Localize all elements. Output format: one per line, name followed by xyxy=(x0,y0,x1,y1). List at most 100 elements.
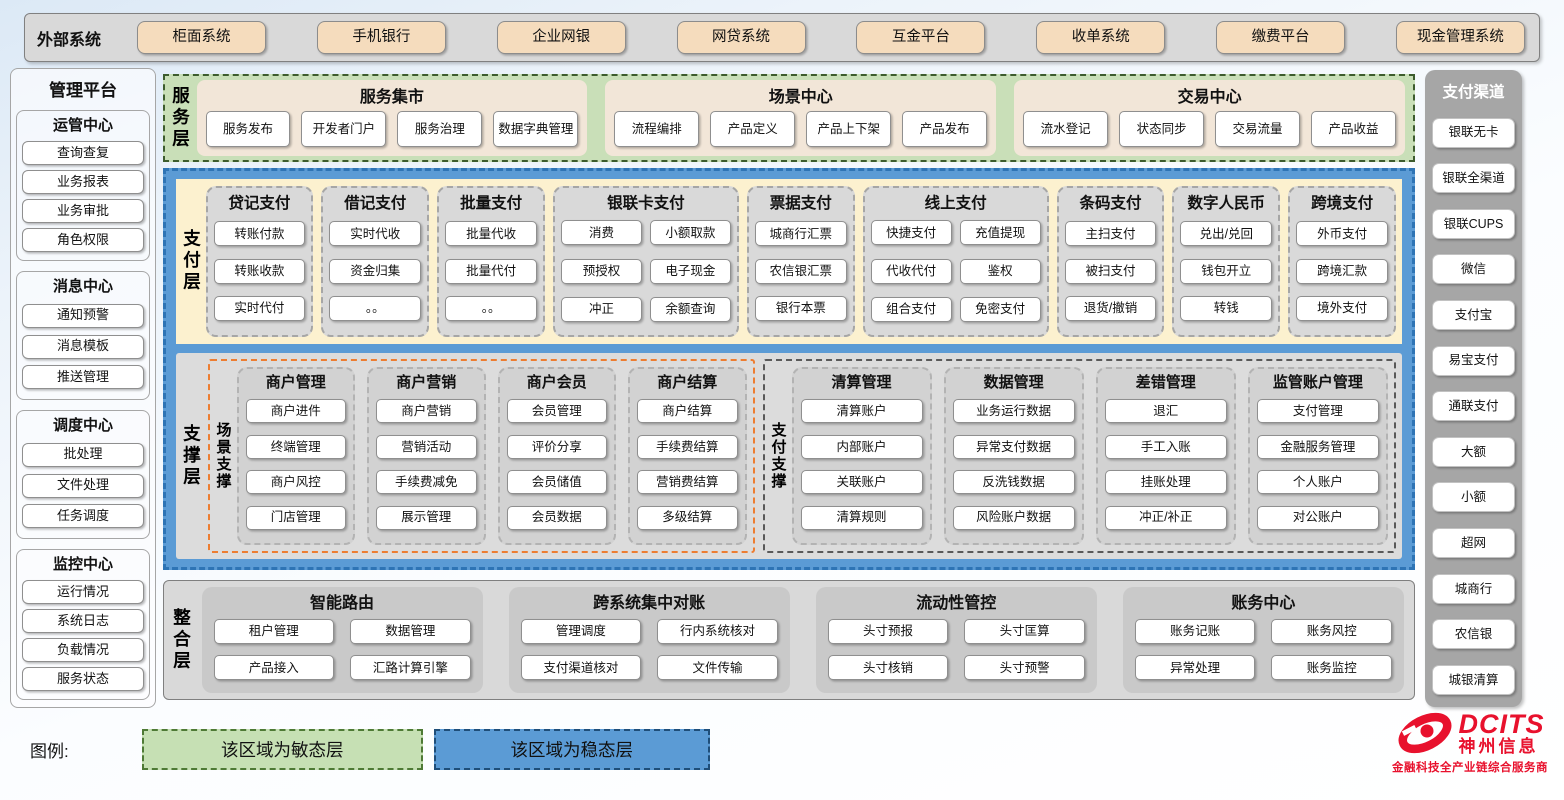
item-box: 反洗钱数据 xyxy=(953,470,1075,494)
service-layer-label: 服务层 xyxy=(171,86,189,151)
group-items: 头寸预报头寸匡算头寸核销头寸预警 xyxy=(828,615,1085,684)
support-group: 数据管理业务运行数据异常支付数据反洗钱数据风险账户数据 xyxy=(944,367,1084,545)
group-items: 商户营销营销活动手续费减免展示管理 xyxy=(376,394,477,535)
group-items: 清算账户内部账户关联账户清算规则 xyxy=(801,394,923,535)
item-box: 实时代收 xyxy=(329,221,421,246)
item-box: 账务记账 xyxy=(1135,619,1256,644)
item-box: 消费 xyxy=(561,220,642,245)
management-section-card: 消息中心通知预警消息模板推送管理 xyxy=(16,271,150,400)
external-system-box: 柜面系统 xyxy=(137,21,266,54)
item-box: 开发者门户 xyxy=(301,111,386,147)
item-box: 对公账户 xyxy=(1257,506,1379,530)
item-box: 预授权 xyxy=(561,259,642,284)
item-box: 清算账户 xyxy=(801,399,923,423)
external-system-box: 缴费平台 xyxy=(1216,21,1345,54)
column-items: 兑出/兑回钱包开立转钱 xyxy=(1180,215,1272,327)
payment-channels-title: 支付渠道 xyxy=(1432,80,1515,102)
legend-agile-box: 该区域为敏态层 xyxy=(142,729,423,770)
channel-box: 银联无卡 xyxy=(1432,118,1515,148)
group-items: 流程编排产品定义产品上下架产品发布 xyxy=(614,111,987,147)
item-box: 产品发布 xyxy=(902,111,987,147)
item-box: 汇路计算引擎 xyxy=(350,655,471,680)
group-title: 商户管理 xyxy=(246,371,347,392)
item-box: 头寸预报 xyxy=(828,619,949,644)
item-box: 租户管理 xyxy=(214,619,335,644)
dcits-logo: DCITS 神州信息 金融科技全产业链综合服务商 xyxy=(1392,710,1548,775)
payment-column: 借记支付实时代收资金归集。。 xyxy=(321,186,429,337)
item-box: 评价分享 xyxy=(507,435,608,459)
item-box: 任务调度 xyxy=(22,504,144,528)
external-systems-list: 柜面系统手机银行企业网银网贷系统互金平台收单系统缴费平台现金管理系统 xyxy=(133,21,1529,54)
group-title: 差错管理 xyxy=(1105,371,1227,392)
support-group: 商户营销商户营销营销活动手续费减免展示管理 xyxy=(367,367,486,545)
item-box: 系统日志 xyxy=(22,609,144,633)
logo-swirl-icon xyxy=(1396,710,1454,756)
item-box: 数据管理 xyxy=(350,619,471,644)
item-box: 文件处理 xyxy=(22,474,144,498)
service-group: 场景中心流程编排产品定义产品上下架产品发布 xyxy=(605,80,996,156)
item-box: 免密支付 xyxy=(960,297,1041,322)
support-group: 商户会员会员管理评价分享会员储值会员数据 xyxy=(498,367,617,545)
management-section-card: 调度中心批处理文件处理任务调度 xyxy=(16,410,150,539)
group-title: 流动性管控 xyxy=(828,589,1085,613)
payment-column: 贷记支付转账付款转账收款实时代付 xyxy=(206,186,314,337)
column-items: 快捷支付充值提现代收代付鉴权组合支付免密支付 xyxy=(871,215,1041,327)
group-title: 交易中心 xyxy=(1023,83,1396,107)
integration-group: 跨系统集中对账管理调度行内系统核对支付渠道核对文件传输 xyxy=(509,587,790,693)
scene-support-groups: 商户管理商户进件终端管理商户风控门店管理商户营销商户营销营销活动手续费减免展示管… xyxy=(237,367,747,545)
support-group: 商户结算商户结算手续费结算营销费结算多级结算 xyxy=(628,367,747,545)
section-title: 消息中心 xyxy=(22,275,144,296)
service-layer: 服务层 服务集市服务发布开发者门户服务治理数据字典管理场景中心流程编排产品定义产… xyxy=(163,74,1415,162)
payment-support-box: 支付支撑 清算管理清算账户内部账户关联账户清算规则数据管理业务运行数据异常支付数… xyxy=(763,359,1397,553)
company-name: 神州信息 xyxy=(1459,738,1545,756)
item-box: 充值提现 xyxy=(960,220,1041,245)
group-items: 租户管理数据管理产品接入汇路计算引擎 xyxy=(214,615,471,684)
item-box: 账务风控 xyxy=(1271,619,1392,644)
item-box: 商户进件 xyxy=(246,399,347,423)
management-section-card: 监控中心运行情况系统日志负载情况服务状态 xyxy=(16,549,150,700)
item-box: 实时代付 xyxy=(214,296,306,321)
payment-channels-sidebar: 支付渠道 银联无卡银联全渠道银联CUPS微信支付宝易宝支付通联支付大额小额超网城… xyxy=(1425,70,1522,707)
channel-box: 微信 xyxy=(1432,254,1515,284)
external-system-box: 现金管理系统 xyxy=(1396,21,1525,54)
integration-layer: 整合层 智能路由租户管理数据管理产品接入汇路计算引擎跨系统集中对账管理调度行内系… xyxy=(163,580,1415,700)
item-box: 手续费结算 xyxy=(637,435,738,459)
group-items: 会员管理评价分享会员储值会员数据 xyxy=(507,394,608,535)
section-items: 通知预警消息模板推送管理 xyxy=(22,302,144,391)
channel-box: 银联CUPS xyxy=(1432,209,1515,239)
item-box: 内部账户 xyxy=(801,435,923,459)
column-items: 外币支付跨境汇款境外支付 xyxy=(1296,215,1388,327)
item-box: 冲正 xyxy=(561,297,642,322)
item-box: 冲正/补正 xyxy=(1105,506,1227,530)
stable-zone: 支付层 贷记支付转账付款转账收款实时代付借记支付实时代收资金归集。。批量支付批量… xyxy=(163,168,1415,570)
item-box: 查询查复 xyxy=(22,141,144,165)
group-items: 支付管理金融服务管理个人账户对公账户 xyxy=(1257,394,1379,535)
item-box: 状态同步 xyxy=(1119,111,1204,147)
item-box: 境外支付 xyxy=(1296,296,1388,321)
integration-group: 智能路由租户管理数据管理产品接入汇路计算引擎 xyxy=(202,587,483,693)
legend: 图例: 该区域为敏态层 该区域为稳态层 xyxy=(30,729,710,770)
item-box: 农信银汇票 xyxy=(755,259,847,284)
item-box: 小额取款 xyxy=(650,220,731,245)
section-title: 运管中心 xyxy=(22,114,144,135)
integration-group: 流动性管控头寸预报头寸匡算头寸核销头寸预警 xyxy=(816,587,1097,693)
group-title: 场景中心 xyxy=(614,83,987,107)
group-title: 监管账户管理 xyxy=(1257,371,1379,392)
external-system-box: 收单系统 xyxy=(1036,21,1165,54)
item-box: 多级结算 xyxy=(637,506,738,530)
logo-texts: DCITS 神州信息 xyxy=(1459,710,1545,756)
channel-box: 城银清算 xyxy=(1432,665,1515,695)
item-box: 批量代收 xyxy=(445,221,537,246)
column-items: 转账付款转账收款实时代付 xyxy=(214,215,306,327)
item-box: 组合支付 xyxy=(871,297,952,322)
logo-tagline: 金融科技全产业链综合服务商 xyxy=(1392,759,1548,775)
external-system-box: 互金平台 xyxy=(856,21,985,54)
integration-layer-groups: 智能路由租户管理数据管理产品接入汇路计算引擎跨系统集中对账管理调度行内系统核对支… xyxy=(202,587,1405,693)
item-box: 流水登记 xyxy=(1023,111,1108,147)
item-box: 快捷支付 xyxy=(871,220,952,245)
item-box: 被扫支付 xyxy=(1065,259,1157,284)
item-box: 退货/撤销 xyxy=(1065,296,1157,321)
section-items: 查询查复业务报表业务审批角色权限 xyxy=(22,141,144,252)
group-title: 跨系统集中对账 xyxy=(521,589,778,613)
group-items: 管理调度行内系统核对支付渠道核对文件传输 xyxy=(521,615,778,684)
